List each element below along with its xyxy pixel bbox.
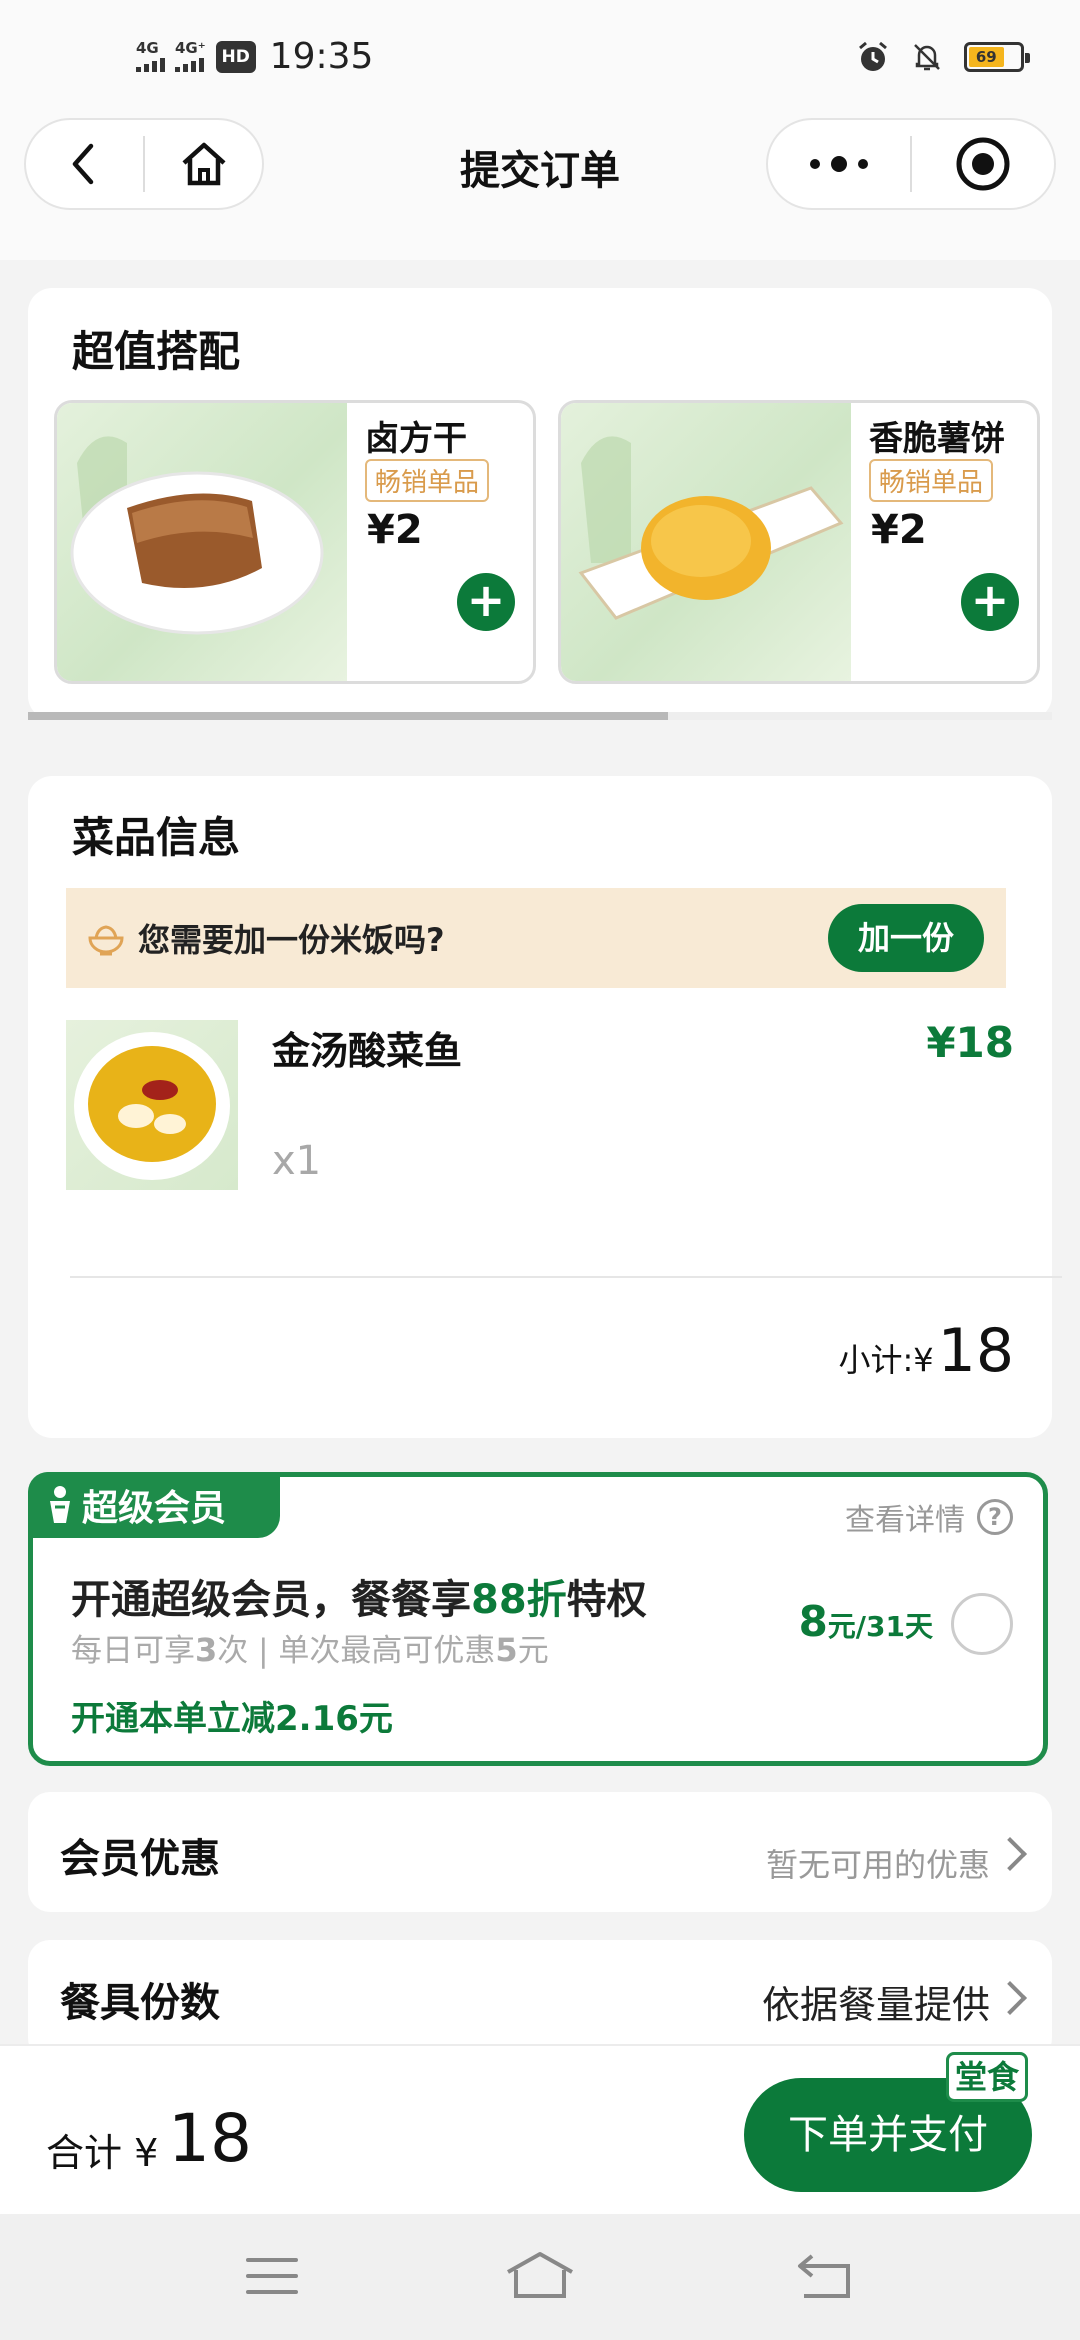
combo-item[interactable]: 香脆薯饼 畅销单品 ¥2 + bbox=[558, 400, 1040, 684]
member-sub-1: 每日可享 bbox=[71, 1633, 195, 1669]
member-price: 8元/31天 bbox=[799, 1597, 933, 1646]
rice-prompt-bar: 您需要加一份米饭吗? 加一份 bbox=[66, 888, 1006, 988]
nav-bar: 提交订单 bbox=[0, 112, 1080, 260]
super-member-card[interactable]: 超级会员 查看详情 ? 开通超级会员，餐餐享88折特权 每日可享3次 | 单次最… bbox=[28, 1472, 1048, 1766]
signal-bars-icon bbox=[136, 56, 165, 72]
hd-icon: HD bbox=[215, 40, 256, 73]
dish-price: ¥18 bbox=[926, 1018, 1014, 1067]
rice-bowl-icon bbox=[88, 925, 124, 956]
member-saving-text: 开通本单立减2.16元 bbox=[71, 1699, 393, 1739]
combo-item-image bbox=[561, 403, 851, 681]
combo-item[interactable]: 卤方干 畅销单品 ¥2 + bbox=[54, 400, 536, 684]
member-headline-discount: 88折 bbox=[471, 1577, 567, 1623]
status-left: 4G 4G⁺ HD 19:35 bbox=[136, 36, 373, 77]
chevron-right-icon bbox=[993, 1981, 1027, 2015]
member-subtitle: 每日可享3次 | 单次最高可优惠5元 bbox=[71, 1625, 549, 1670]
signal-sim2: 4G⁺ bbox=[175, 41, 206, 72]
total-value: 18 bbox=[168, 2100, 252, 2177]
nav-right-capsule bbox=[766, 118, 1056, 210]
rice-prompt-text: 您需要加一份米饭吗? bbox=[138, 921, 445, 959]
carousel-scroll-thumb[interactable] bbox=[28, 712, 668, 720]
carousel-scrollbar[interactable] bbox=[28, 712, 1052, 720]
member-discount-label: 会员优惠 bbox=[60, 1836, 220, 1882]
more-button[interactable] bbox=[768, 120, 910, 208]
help-icon[interactable]: ? bbox=[977, 1499, 1013, 1535]
more-dots-icon bbox=[810, 156, 868, 172]
member-price-amount: 8 bbox=[798, 1597, 828, 1646]
member-sub-2: 3 bbox=[195, 1631, 218, 1669]
dine-in-badge: 堂食 bbox=[946, 2052, 1029, 2102]
member-select-radio[interactable] bbox=[951, 1593, 1013, 1655]
dish-quantity: x1 bbox=[272, 1138, 322, 1184]
divider bbox=[70, 1276, 1062, 1278]
status-bar: 4G 4G⁺ HD 19:35 69 bbox=[0, 0, 1080, 112]
member-sub-5: 元 bbox=[517, 1633, 549, 1669]
member-sub-3: 次 | 单次最高可优惠 bbox=[217, 1633, 496, 1669]
dish-info-title: 菜品信息 bbox=[72, 813, 241, 862]
member-detail-label: 查看详情 bbox=[845, 1503, 965, 1538]
signal-bars-icon bbox=[175, 56, 204, 72]
status-right: 69 bbox=[856, 40, 1030, 74]
combo-title: 超值搭配 bbox=[72, 327, 241, 376]
member-discount-row[interactable]: 会员优惠 暂无可用的优惠 bbox=[28, 1792, 1052, 1912]
menu-icon[interactable] bbox=[244, 2254, 300, 2298]
brand-logo-icon bbox=[50, 1486, 70, 1523]
member-badge-label: 超级会员 bbox=[82, 1488, 227, 1529]
utensils-label: 餐具份数 bbox=[60, 1980, 220, 2026]
combo-item-price: ¥2 bbox=[367, 507, 423, 553]
status-time: 19:35 bbox=[269, 36, 374, 77]
utensils-row[interactable]: 餐具份数 依据餐量提供 bbox=[28, 1940, 1052, 2060]
member-discount-value: 暂无可用的优惠 bbox=[765, 1846, 990, 1884]
home-nav-icon[interactable] bbox=[504, 2250, 576, 2300]
battery-level: 69 bbox=[969, 47, 1004, 67]
battery-icon: 69 bbox=[964, 42, 1030, 72]
add-icon[interactable]: + bbox=[961, 573, 1019, 631]
combo-item-tag: 畅销单品 bbox=[365, 459, 490, 502]
combo-item-name: 卤方干 bbox=[365, 419, 467, 459]
combo-item-name: 香脆薯饼 bbox=[869, 419, 1005, 459]
dish-name: 金汤酸菜鱼 bbox=[272, 1029, 463, 1073]
combo-item-price: ¥2 bbox=[871, 507, 927, 553]
back-nav-icon[interactable] bbox=[794, 2250, 854, 2300]
add-rice-button[interactable]: 加一份 bbox=[828, 904, 984, 972]
combo-card: 超值搭配 卤方干 畅销单品 ¥2 + 香脆薯饼 畅销单品 ¥2 + bbox=[28, 288, 1052, 720]
chevron-right-icon bbox=[993, 1837, 1027, 1871]
member-headline-post: 特权 bbox=[566, 1577, 647, 1623]
member-badge: 超级会员 bbox=[28, 1472, 280, 1538]
subtotal-value: 18 bbox=[937, 1316, 1014, 1386]
member-price-unit: 元/31天 bbox=[827, 1610, 933, 1643]
signal-sim1-label: 4G bbox=[136, 39, 159, 57]
total-label: 合计 ¥ bbox=[46, 2131, 159, 2175]
member-sub-4: 5 bbox=[495, 1631, 518, 1669]
signal-sim1: 4G bbox=[136, 41, 165, 72]
alarm-icon bbox=[859, 41, 887, 71]
checkout-bar: 合计 ¥ 18 下单并支付 堂食 bbox=[0, 2044, 1080, 2214]
combo-item-image bbox=[57, 403, 347, 681]
system-nav-bar bbox=[0, 2214, 1080, 2340]
dish-image bbox=[66, 1020, 238, 1190]
combo-carousel[interactable]: 卤方干 畅销单品 ¥2 + 香脆薯饼 畅销单品 ¥2 + bbox=[54, 400, 1052, 684]
mute-bell-icon bbox=[914, 44, 940, 71]
utensils-value: 依据餐量提供 bbox=[761, 1983, 990, 2027]
target-circle-icon bbox=[956, 137, 1010, 191]
add-icon[interactable]: + bbox=[457, 573, 515, 631]
subtotal: 小计:¥ 18 bbox=[838, 1316, 1014, 1386]
signal-sim2-label: 4G⁺ bbox=[175, 39, 206, 57]
member-headline: 开通超级会员，餐餐享88折特权 bbox=[71, 1567, 647, 1625]
member-detail-link[interactable]: 查看详情 ? bbox=[845, 1495, 1013, 1539]
member-headline-pre: 开通超级会员，餐餐享 bbox=[71, 1577, 471, 1623]
close-miniapp-button[interactable] bbox=[912, 120, 1054, 208]
combo-item-tag: 畅销单品 bbox=[869, 459, 994, 502]
dish-info-card: 菜品信息 您需要加一份米饭吗? 加一份 金汤酸菜鱼 x1 ¥18 小计:¥ 18 bbox=[28, 776, 1062, 1438]
subtotal-label: 小计:¥ bbox=[838, 1341, 934, 1379]
